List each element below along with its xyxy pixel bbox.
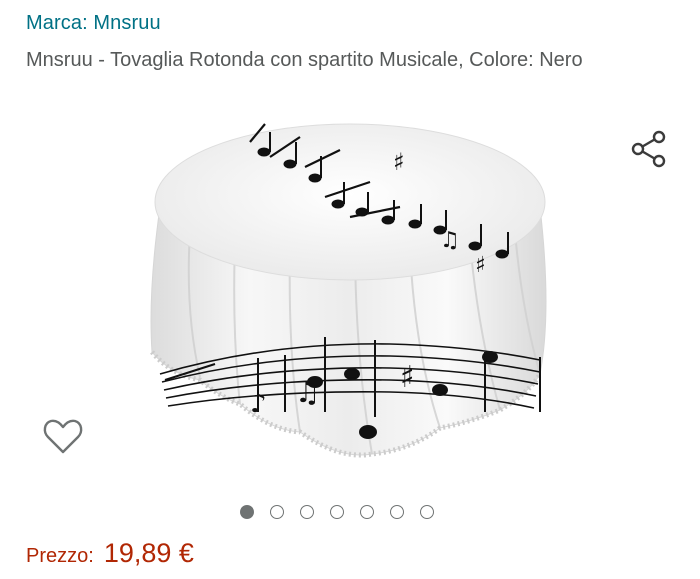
carousel-dot-4[interactable] xyxy=(330,505,344,519)
carousel-dot-5[interactable] xyxy=(360,505,374,519)
price-label: Prezzo: xyxy=(26,545,94,567)
image-carousel-dots xyxy=(240,502,434,522)
price-row: Prezzo: 19,89 € xyxy=(26,538,194,569)
product-title: Mnsruu - Tovaglia Rotonda con spartito M… xyxy=(26,49,583,71)
carousel-dot-7[interactable] xyxy=(420,505,434,519)
price-value: 19,89 € xyxy=(103,538,194,568)
svg-text:♫: ♫ xyxy=(440,228,460,253)
carousel-dot-1[interactable] xyxy=(240,505,254,519)
brand-link[interactable]: Marca: Mnsruu xyxy=(26,12,161,35)
svg-text:♫: ♫ xyxy=(295,376,320,409)
svg-text:♯: ♯ xyxy=(475,253,486,278)
carousel-dot-6[interactable] xyxy=(390,505,404,519)
share-icon[interactable] xyxy=(628,128,670,170)
svg-text:♯: ♯ xyxy=(393,148,405,176)
svg-text:♯: ♯ xyxy=(400,360,415,395)
heart-outline-icon[interactable] xyxy=(40,414,86,460)
product-image[interactable]: ♯ ♯ ♫ ♯ ♪ ♫ xyxy=(140,112,560,477)
svg-text:♪: ♪ xyxy=(250,389,267,419)
carousel-dot-3[interactable] xyxy=(300,505,314,519)
carousel-dot-2[interactable] xyxy=(270,505,284,519)
